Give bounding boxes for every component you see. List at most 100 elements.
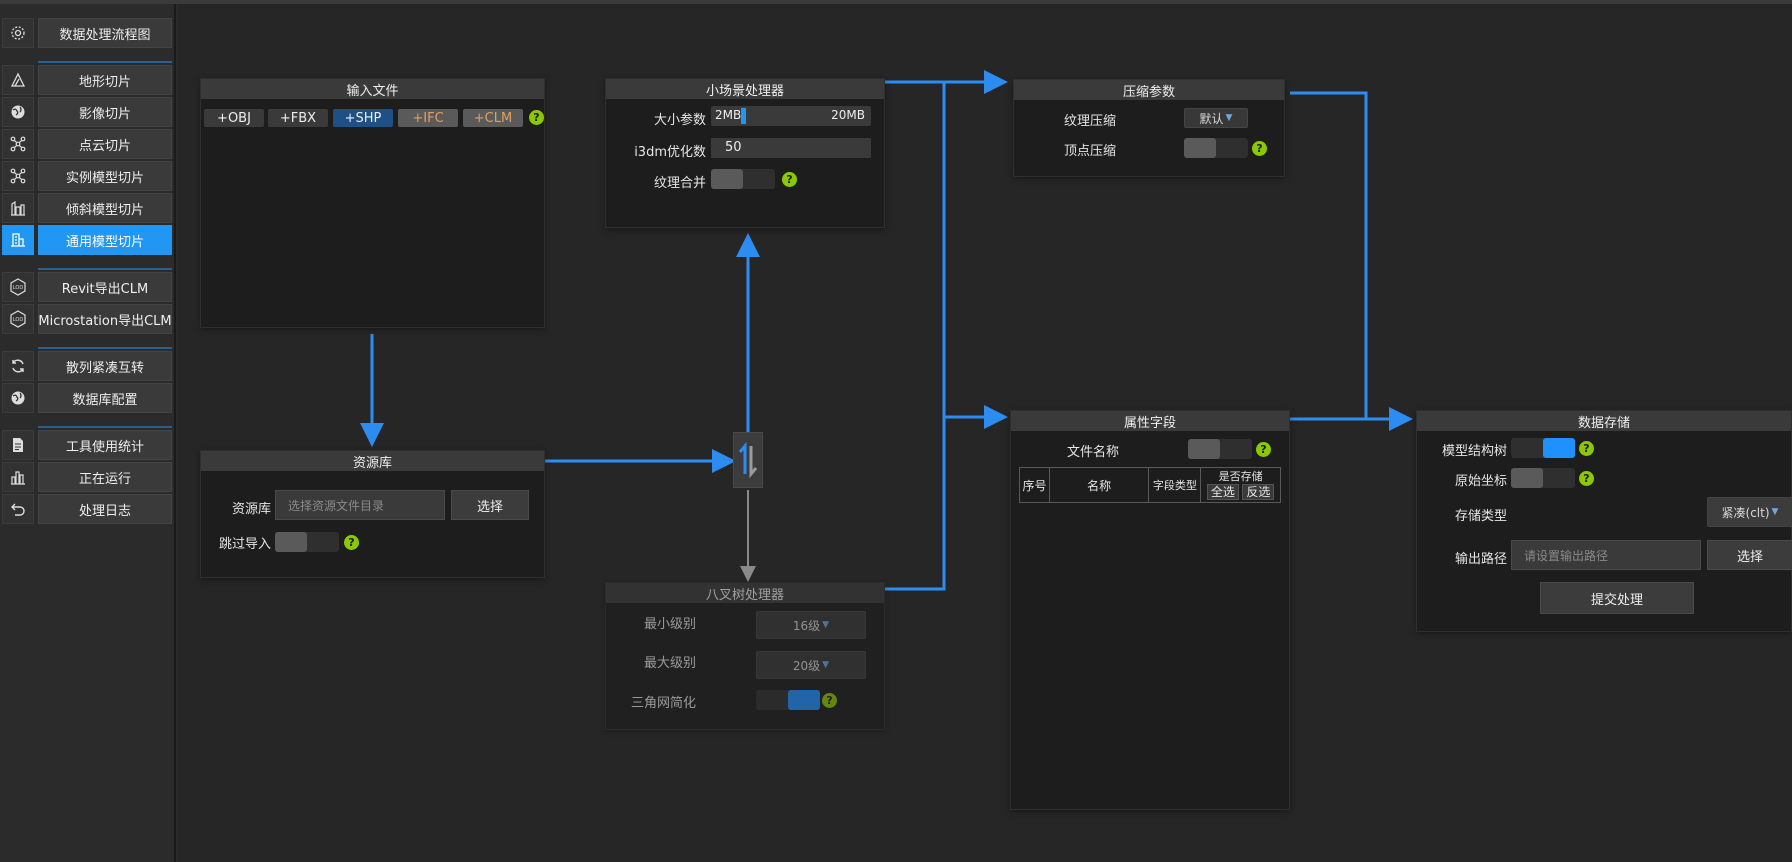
chevron-down-icon: ▼ — [1225, 113, 1233, 123]
storage-type-select[interactable]: 紧凑(clt) ▼ — [1707, 497, 1792, 527]
select-resource-button[interactable]: 选择 — [451, 490, 529, 520]
sidebar-item-oblique-model[interactable]: 倾斜模型切片 — [0, 193, 176, 223]
help-icon[interactable]: ? — [1579, 471, 1594, 486]
sidebar-item-label[interactable]: 处理日志 — [38, 494, 172, 524]
col-type-header: 字段类型 — [1148, 467, 1202, 503]
resource-lib-node[interactable]: 资源库 资源库 选择资源文件目录 选择 跳过导入 ? — [200, 450, 545, 578]
chevron-down-icon: ▼ — [822, 660, 830, 670]
sidebar-item-label[interactable]: 影像切片 — [38, 97, 172, 127]
toggle-knob — [1543, 438, 1575, 458]
sidebar-item-label[interactable]: Microstation导出CLM — [38, 304, 172, 334]
storage-node[interactable]: 数据存储 模型结构树 ? 原始坐标 ? 存储类型 紧凑(clt) ▼ 输出路径 请… — [1416, 410, 1792, 632]
database-globe-icon — [2, 383, 34, 413]
help-icon[interactable]: ? — [822, 693, 837, 708]
divider — [38, 347, 172, 349]
pointcloud-icon — [2, 129, 34, 159]
sidebar-item-label[interactable]: 通用模型切片 — [38, 225, 172, 255]
texture-merge-toggle[interactable] — [711, 169, 775, 189]
sidebar-item-terrain[interactable]: 地形切片 — [0, 65, 176, 95]
i3dm-input[interactable]: 50 — [711, 138, 871, 158]
col-index-header: 序号 — [1019, 467, 1050, 503]
size-range-slider[interactable]: 2MB 20MB — [711, 106, 871, 126]
globe-icon — [2, 97, 34, 127]
slider-handle[interactable] — [741, 108, 746, 124]
sidebar-item-label[interactable]: 数据库配置 — [38, 383, 172, 413]
original-coord-toggle[interactable] — [1511, 468, 1575, 488]
skip-import-toggle[interactable] — [275, 532, 339, 552]
sidebar-item-label[interactable]: 地形切片 — [38, 65, 172, 95]
sidebar-item-label[interactable]: 正在运行 — [38, 462, 172, 492]
sidebar-item-microstation-export[interactable]: LOD Microstation导出CLM — [0, 304, 176, 334]
add-ifc-button[interactable]: +IFC — [398, 109, 458, 127]
octree-node[interactable]: 八叉树处理器 最小级别 16级 ▼ 最大级别 20级 ▼ 三角网简化 ? — [605, 582, 885, 730]
invert-selection-button[interactable]: 反选 — [1242, 484, 1275, 500]
add-clm-button[interactable]: +CLM — [463, 109, 523, 127]
sidebar-item-revit-export[interactable]: LOD Revit导出CLM — [0, 272, 176, 302]
sidebar-item-flowchart[interactable]: 数据处理流程图 — [0, 18, 176, 48]
attributes-node[interactable]: 属性字段 文件名称 ? 序号 名称 字段类型 是否存储 全选 反选 — [1010, 410, 1290, 810]
select-output-button[interactable]: 选择 — [1707, 540, 1792, 570]
submit-button[interactable]: 提交处理 — [1540, 582, 1694, 614]
sidebar-item-hash-compact[interactable]: 散列紧凑互转 — [0, 351, 176, 381]
sidebar-item-instance-model[interactable]: 实例模型切片 — [0, 161, 176, 191]
vertex-compress-toggle[interactable] — [1184, 138, 1248, 158]
toggle-knob — [275, 532, 307, 552]
help-icon[interactable]: ? — [1252, 141, 1267, 156]
add-fbx-button[interactable]: +FBX — [268, 109, 328, 127]
texture-compress-select[interactable]: 默认 ▼ — [1184, 108, 1248, 128]
storage-type-label: 存储类型 — [1454, 509, 1507, 524]
add-obj-button[interactable]: +OBJ — [204, 109, 264, 127]
node-title: 小场景处理器 — [606, 79, 884, 99]
texture-compress-label: 纹理压缩 — [1063, 114, 1116, 129]
sidebar-item-label[interactable]: 实例模型切片 — [38, 161, 172, 191]
sidebar-item-label[interactable]: 点云切片 — [38, 129, 172, 159]
toggle-knob — [711, 169, 743, 189]
model-tree-toggle[interactable] — [1511, 438, 1575, 458]
input-file-node[interactable]: 输入文件 +OBJ +FBX +SHP +IFC +CLM ? — [200, 78, 545, 328]
output-path-input[interactable]: 请设置输出路径 — [1511, 540, 1701, 570]
select-all-button[interactable]: 全选 — [1206, 484, 1239, 500]
texture-compress-value: 默认 — [1199, 111, 1224, 126]
sidebar-item-running[interactable]: 正在运行 — [0, 462, 176, 492]
sidebar-item-database[interactable]: 数据库配置 — [0, 383, 176, 413]
storage-type-value: 紧凑(clt) — [1721, 505, 1770, 520]
simplify-label: 三角网简化 — [630, 696, 696, 711]
help-icon[interactable]: ? — [344, 535, 359, 550]
help-icon[interactable]: ? — [1256, 442, 1271, 457]
sidebar-item-label[interactable]: Revit导出CLM — [38, 272, 172, 302]
size-min-value: 2MB — [715, 108, 742, 122]
node-title: 资源库 — [201, 451, 544, 471]
oblique-model-icon — [2, 193, 34, 223]
sidebar-item-label[interactable]: 数据处理流程图 — [38, 18, 172, 48]
sidebar-item-pointcloud[interactable]: 点云切片 — [0, 129, 176, 159]
max-level-select[interactable]: 20级 ▼ — [756, 651, 866, 679]
branch-switch[interactable] — [733, 432, 763, 488]
min-level-select[interactable]: 16级 ▼ — [756, 611, 866, 639]
add-shp-button[interactable]: +SHP — [333, 109, 393, 127]
min-level-label: 最小级别 — [643, 617, 696, 632]
divider — [38, 268, 172, 270]
sidebar-item-log[interactable]: 处理日志 — [0, 494, 176, 524]
help-icon[interactable]: ? — [529, 110, 544, 125]
node-title: 八叉树处理器 — [606, 583, 884, 603]
sidebar-item-generic-model[interactable]: 通用模型切片 — [0, 225, 176, 255]
small-scene-node[interactable]: 小场景处理器 大小参数 2MB 20MB i3dm优化数 50 纹理合并 ? — [605, 78, 885, 228]
skip-import-label: 跳过导入 — [218, 537, 271, 552]
simplify-toggle[interactable] — [756, 690, 820, 710]
compress-node[interactable]: 压缩参数 纹理压缩 默认 ▼ 顶点压缩 ? — [1013, 79, 1285, 177]
output-path-label: 输出路径 — [1454, 552, 1507, 567]
sidebar-item-label[interactable]: 工具使用统计 — [38, 430, 172, 460]
help-icon[interactable]: ? — [1579, 441, 1594, 456]
sidebar-item-label[interactable]: 散列紧凑互转 — [38, 351, 172, 381]
sidebar-item-label[interactable]: 倾斜模型切片 — [38, 193, 172, 223]
sidebar-item-imagery[interactable]: 影像切片 — [0, 97, 176, 127]
svg-text:LOD: LOD — [13, 285, 24, 291]
filename-toggle[interactable] — [1188, 439, 1252, 459]
node-title: 输入文件 — [201, 79, 544, 99]
chevron-down-icon: ▼ — [1771, 507, 1779, 517]
sidebar-item-tool-stats[interactable]: 工具使用统计 — [0, 430, 176, 460]
undo-icon — [2, 494, 34, 524]
min-level-value: 16级 — [792, 618, 821, 633]
help-icon[interactable]: ? — [782, 172, 797, 187]
resource-dir-input[interactable]: 选择资源文件目录 — [275, 490, 445, 520]
